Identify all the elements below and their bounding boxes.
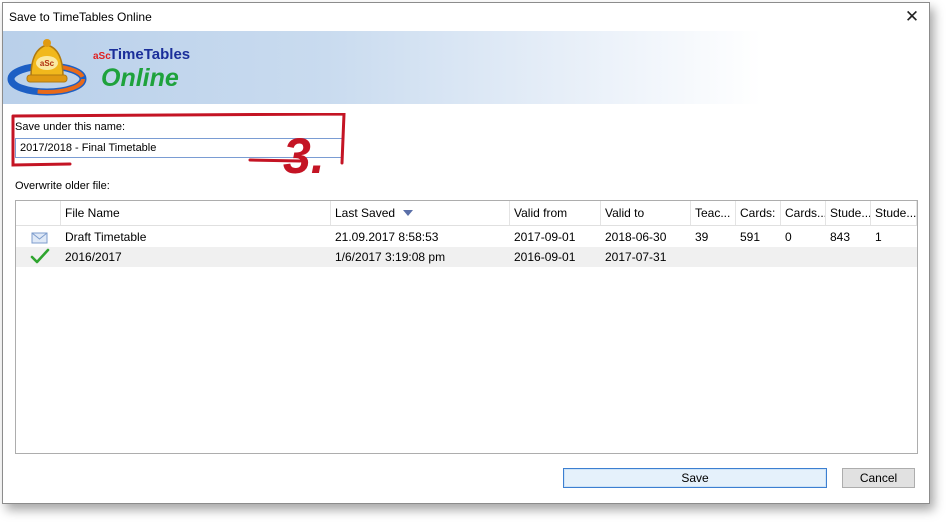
- cell-valid-from: 2017-09-01: [514, 230, 576, 244]
- column-header-cards[interactable]: Cards:: [736, 201, 781, 225]
- cancel-button[interactable]: Cancel: [842, 468, 915, 488]
- cell-cards: [736, 247, 781, 267]
- table-row[interactable]: 2016/2017 1/6/2017 3:19:08 pm 2016-09-01…: [16, 247, 917, 267]
- column-header-teachers[interactable]: Teac...: [691, 201, 736, 225]
- column-header-valid-to[interactable]: Valid to: [601, 201, 691, 225]
- timetables-logo-icon: aSc: [7, 39, 87, 96]
- sort-descending-icon: [403, 210, 413, 216]
- brand-name: TimeTables: [109, 46, 191, 63]
- older-files-list[interactable]: File Name Last Saved Valid from Valid to…: [15, 200, 918, 454]
- column-header-last-saved[interactable]: Last Saved: [331, 201, 510, 225]
- cell-file-name: 2016/2017: [65, 250, 122, 264]
- brand-banner: aSc aSc TimeTables Online: [3, 31, 929, 104]
- column-header-file-name[interactable]: File Name: [61, 201, 331, 225]
- list-header: File Name Last Saved Valid from Valid to…: [16, 201, 917, 226]
- cell-last-saved: 1/6/2017 3:19:08 pm: [335, 250, 446, 264]
- cell-valid-from: 2016-09-01: [514, 250, 576, 264]
- save-dialog: Save to TimeTables Online ✕ aSc aSc Time…: [2, 2, 930, 504]
- brand-online: Online: [101, 64, 179, 92]
- column-header-valid-from[interactable]: Valid from: [510, 201, 601, 225]
- title-bar[interactable]: Save to TimeTables Online ✕: [3, 3, 929, 31]
- cell-cards: 591: [740, 230, 761, 244]
- window-title: Save to TimeTables Online: [9, 10, 152, 24]
- envelope-icon: [31, 232, 48, 244]
- cell-teachers: 39: [695, 230, 709, 244]
- column-header-icon[interactable]: [16, 201, 61, 225]
- logo-text: aSc: [40, 59, 55, 68]
- column-header-students[interactable]: Stude...: [826, 201, 871, 225]
- checkmark-icon: [30, 248, 50, 264]
- close-icon[interactable]: ✕: [895, 3, 929, 31]
- cell-students-2: 1: [875, 230, 882, 244]
- cell-valid-to: 2018-06-30: [605, 230, 667, 244]
- cell-students: [826, 247, 871, 267]
- cell-last-saved: 21.09.2017 8:58:53: [335, 230, 439, 244]
- cell-valid-to: 2017-07-31: [605, 250, 667, 264]
- cell-students: 843: [830, 230, 851, 244]
- column-header-students-2[interactable]: Stude...: [871, 201, 917, 225]
- column-header-cards-2[interactable]: Cards...: [781, 201, 826, 225]
- table-row[interactable]: Draft Timetable 21.09.2017 8:58:53 2017-…: [16, 227, 917, 247]
- cell-file-name: Draft Timetable: [65, 230, 147, 244]
- cell-students-2: [871, 247, 917, 267]
- overwrite-label: Overwrite older file:: [15, 180, 110, 192]
- cell-teachers: [691, 247, 736, 267]
- step-number: 3.: [283, 128, 325, 184]
- cell-cards-2: 0: [785, 230, 792, 244]
- save-button[interactable]: Save: [563, 468, 827, 488]
- cell-cards-2: [781, 247, 826, 267]
